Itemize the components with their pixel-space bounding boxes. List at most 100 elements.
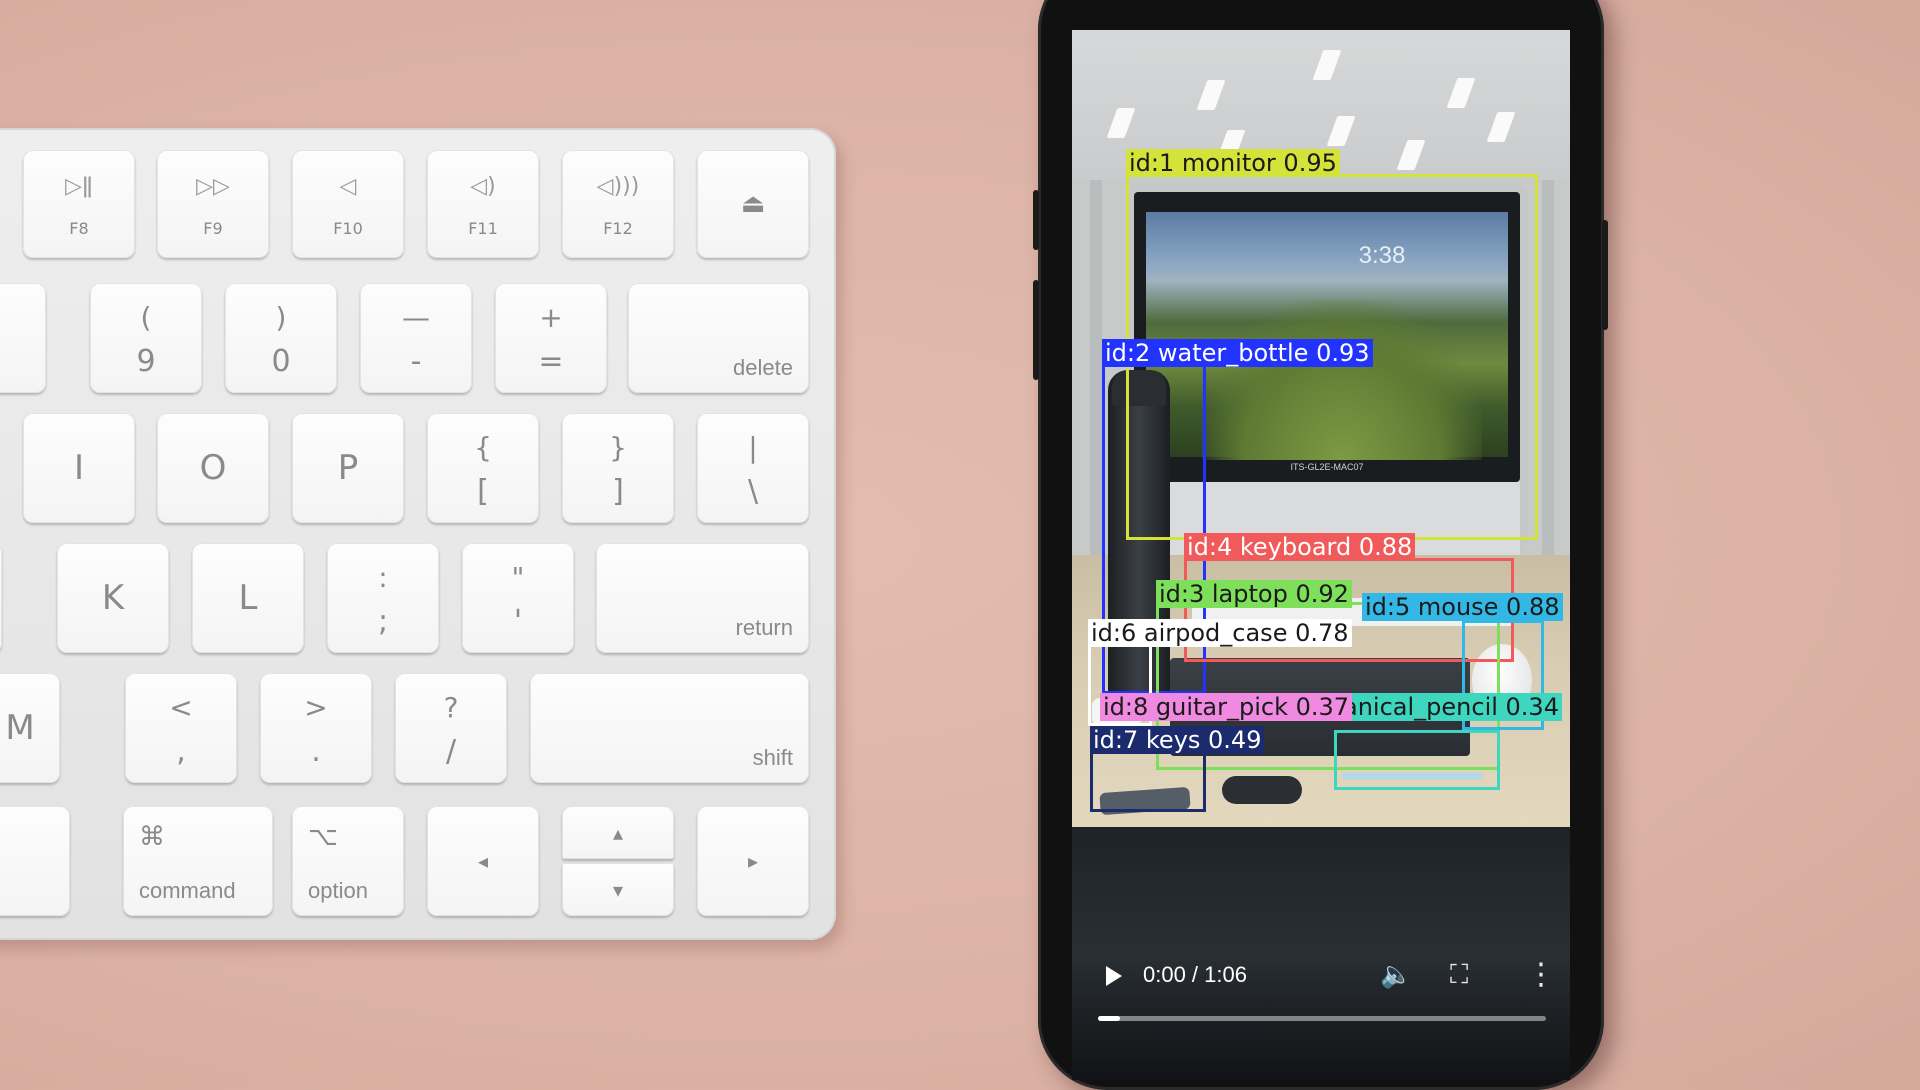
f12-key[interactable]: ◁))) F12 xyxy=(562,150,674,258)
arrow-left-icon: ◂ xyxy=(477,849,489,873)
return-key[interactable]: return xyxy=(596,543,809,653)
detection-label-keys: id:7 keys 0.49 xyxy=(1090,726,1265,754)
arrow-down-key[interactable]: ▾ xyxy=(562,863,674,916)
f10-key[interactable]: ◁ F10 xyxy=(292,150,404,258)
arrow-left-key[interactable]: ◂ xyxy=(427,806,539,916)
key-shift-char: } xyxy=(609,431,627,464)
wall-panel xyxy=(1542,180,1554,560)
key-char: ' xyxy=(513,604,523,639)
phone-side-button xyxy=(1033,280,1039,380)
key-j-partial[interactable] xyxy=(0,543,2,653)
delete-key[interactable]: delete xyxy=(628,283,809,393)
key-m[interactable]: M xyxy=(0,673,60,783)
arrow-up-key[interactable]: ▴ xyxy=(562,806,674,859)
key-label: F12 xyxy=(603,219,633,238)
arrow-up-icon: ▴ xyxy=(612,820,624,845)
play-pause-icon: ▷ǁ xyxy=(65,174,93,199)
command-key[interactable]: ⌘ command xyxy=(123,806,273,916)
key-0[interactable]: ) 0 xyxy=(225,283,337,393)
arrow-right-icon: ▸ xyxy=(747,849,759,873)
video-progress-fill xyxy=(1098,1016,1121,1021)
fullscreen-icon[interactable]: ⛶ xyxy=(1450,962,1468,988)
key-shift-char: ? xyxy=(443,691,459,724)
key-char: I xyxy=(73,448,85,488)
shift-key[interactable]: shift xyxy=(530,673,809,783)
key-char: 9 xyxy=(136,344,156,379)
key-char: ; xyxy=(377,604,389,639)
key-shift-char: { xyxy=(474,431,492,464)
delete-label: delete xyxy=(733,355,793,380)
key-k[interactable]: K xyxy=(57,543,169,653)
key-o[interactable]: O xyxy=(157,413,269,523)
key-i[interactable]: I xyxy=(23,413,135,523)
key-shift-char: < xyxy=(169,691,193,724)
option-icon: ⌥ xyxy=(308,822,338,852)
key-char: = xyxy=(538,344,564,379)
key-backslash[interactable]: | \ xyxy=(697,413,809,523)
eject-key[interactable]: ⏏ xyxy=(697,150,809,258)
more-options-icon[interactable]: ⋮ xyxy=(1526,960,1556,990)
f11-key[interactable]: ◁) F11 xyxy=(427,150,539,258)
scene-key-fob xyxy=(1222,776,1302,804)
video-progress-track[interactable] xyxy=(1098,1016,1546,1021)
option-label: option xyxy=(308,878,368,903)
key-shift-char: : xyxy=(378,561,388,594)
detection-label-water-bottle: id:2 water_bottle 0.93 xyxy=(1102,339,1373,367)
key-shift-char: — xyxy=(402,301,430,334)
return-label: return xyxy=(735,615,793,640)
detection-label-guitar-pick: id:8 guitar_pick 0.37 xyxy=(1100,693,1353,721)
detection-label-airpod-case: id:6 airpod_case 0.78 xyxy=(1088,619,1352,647)
detection-label-keyboard: id:4 keyboard 0.88 xyxy=(1184,533,1416,561)
key-char: L xyxy=(238,578,258,618)
mute-icon: ◁ xyxy=(339,174,357,199)
key-9[interactable]: ( 9 xyxy=(90,283,202,393)
command-icon: ⌘ xyxy=(139,822,165,852)
key-char: K xyxy=(101,578,125,618)
command-label: command xyxy=(139,878,236,903)
key-char: ] xyxy=(612,474,624,509)
fast-forward-icon: ▷▷ xyxy=(196,174,230,199)
eject-icon: ⏏ xyxy=(740,189,766,219)
space-bar-partial[interactable] xyxy=(0,806,70,916)
key-8[interactable]: * 8 xyxy=(0,283,46,393)
f8-key[interactable]: ▷ǁ F8 xyxy=(23,150,135,258)
key-slash[interactable]: ? / xyxy=(395,673,507,783)
key-char: , xyxy=(176,734,186,769)
key-period[interactable]: > . xyxy=(260,673,372,783)
key-p[interactable]: P xyxy=(292,413,404,523)
key-quote[interactable]: " ' xyxy=(462,543,574,653)
key-right-bracket[interactable]: } ] xyxy=(562,413,674,523)
key-shift-char: ( xyxy=(140,301,152,334)
option-key[interactable]: ⌥ option xyxy=(292,806,404,916)
key-minus[interactable]: — - xyxy=(360,283,472,393)
magic-keyboard: ▷ǁ F8 ▷▷ F9 ◁ F10 ◁) F11 ◁))) F12 ⏏ * 8 … xyxy=(0,128,836,940)
key-comma[interactable]: < , xyxy=(125,673,237,783)
detection-label-pencil: anical_pencil 0.34 xyxy=(1340,693,1562,721)
key-char: P xyxy=(337,448,359,488)
key-semicolon[interactable]: : ; xyxy=(327,543,439,653)
key-label: F11 xyxy=(468,219,498,238)
detection-box-keys xyxy=(1090,746,1206,812)
volume-icon[interactable]: 🔈 xyxy=(1380,962,1412,988)
key-shift-char: + xyxy=(539,301,563,334)
volume-down-icon: ◁) xyxy=(470,174,496,199)
arrow-right-key[interactable]: ▸ xyxy=(697,806,809,916)
key-char: 8 xyxy=(0,344,46,379)
f9-key[interactable]: ▷▷ F9 xyxy=(157,150,269,258)
key-char: O xyxy=(199,448,227,488)
key-equals[interactable]: + = xyxy=(495,283,607,393)
key-shift-char: > xyxy=(304,691,328,724)
video-player[interactable]: 3:38 ITS-GL2E-MAC07 id:1 monitor 0.95 id… xyxy=(1072,30,1570,1080)
key-label: F10 xyxy=(333,219,363,238)
volume-up-icon: ◁))) xyxy=(596,174,640,199)
key-l[interactable]: L xyxy=(192,543,304,653)
key-label: F8 xyxy=(69,219,89,238)
detection-box-pencil xyxy=(1334,730,1500,790)
shift-label: shift xyxy=(752,745,793,770)
video-time: 0:00 / 1:06 xyxy=(1143,962,1247,987)
key-left-bracket[interactable]: { [ xyxy=(427,413,539,523)
phone-side-button xyxy=(1033,190,1039,250)
play-icon[interactable] xyxy=(1106,966,1122,986)
key-label: F9 xyxy=(203,219,223,238)
key-char: M xyxy=(5,708,35,748)
